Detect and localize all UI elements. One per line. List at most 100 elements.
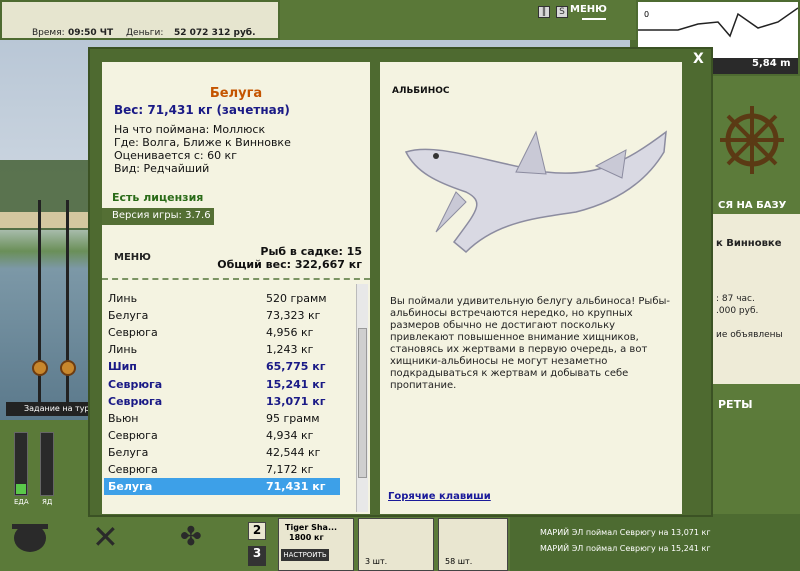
log-entry: МАРИЙ ЭЛ поймал Севрюгу на 15,241 кг xyxy=(540,544,711,553)
catch-fish-weight: 95 грамм xyxy=(266,411,320,425)
fish-weight: Вес: 71,431 кг (зачетная) xyxy=(114,103,290,117)
divider xyxy=(102,278,370,280)
catch-fish-name: Белуга xyxy=(108,309,149,323)
info-line: .000 руб. xyxy=(716,306,759,316)
catch-row[interactable]: Вьюн 95 грамм xyxy=(104,410,340,427)
catch-fish-name: Линь xyxy=(108,343,138,357)
slot-2[interactable]: 2 xyxy=(248,522,266,540)
catch-fish-name: Севрюга xyxy=(108,377,163,391)
food-label: ЕДА xyxy=(14,498,29,506)
catch-fish-name: Шип xyxy=(108,360,137,374)
event-log: МАРИЙ ЭЛ поймал Севрюгу на 13,071 кг МАР… xyxy=(510,514,800,571)
pause-icon[interactable]: ‖ xyxy=(538,6,550,18)
depth-value: 5,84 m xyxy=(752,58,791,69)
caught-with: На что поймана: Моллюск xyxy=(114,123,266,136)
catch-fish-weight: 4,934 кг xyxy=(266,428,314,442)
catch-row[interactable]: Севрюга 4,956 кг xyxy=(104,324,340,341)
money-label: Деньги: xyxy=(126,28,164,38)
reel-1[interactable] xyxy=(32,360,48,376)
catch-row[interactable]: Белуга 42,544 кг xyxy=(104,444,340,461)
bait-slot-2[interactable]: 58 шт. xyxy=(438,518,508,571)
money-value: 52 072 312 руб. xyxy=(174,28,256,38)
close-button[interactable]: X xyxy=(693,51,704,67)
fish-description: Вы поймали удивительную белугу альбиноса… xyxy=(390,296,670,391)
sound-icon[interactable]: S xyxy=(556,6,568,18)
top-menu-button[interactable]: МЕНЮ xyxy=(570,4,607,15)
catch-row[interactable]: Белуга 73,323 кг xyxy=(104,307,340,324)
time-value: 09:50 ЧТ xyxy=(68,28,114,38)
catch-fish-name: Севрюга xyxy=(108,428,158,442)
catch-fish-weight: 71,431 кг xyxy=(266,480,326,494)
bait-slot-1[interactable]: 3 шт. xyxy=(358,518,434,571)
slot-3[interactable]: 3 xyxy=(248,546,266,566)
fish-name: Белуга xyxy=(209,86,263,101)
license-status: Есть лицензия xyxy=(112,191,204,204)
catch-fish-name: Белуга xyxy=(108,445,149,459)
cage-count: Рыб в садке: 15 xyxy=(260,245,362,258)
poison-meter xyxy=(40,432,54,496)
fish-icon[interactable]: ✤ xyxy=(180,514,220,560)
bait-qty: 58 шт. xyxy=(445,557,473,566)
catch-fish-name: Севрюга xyxy=(108,394,163,408)
setup-button[interactable]: НАСТРОИТЬ xyxy=(281,549,329,561)
scrollbar[interactable] xyxy=(356,284,368,512)
food-meter xyxy=(14,432,28,496)
catch-row[interactable]: Белуга 71,431 кг xyxy=(104,478,340,496)
catch-location: Где: Волга, Ближе к Винновке xyxy=(114,136,291,149)
poison-label: ЯД xyxy=(42,498,53,506)
cage-total-weight: Общий вес: 322,667 кг xyxy=(217,258,362,271)
catch-row[interactable]: Линь 520 грамм xyxy=(104,290,340,307)
rated-from: Оценивается с: 60 кг xyxy=(114,149,237,162)
catch-fish-weight: 15,241 кг xyxy=(266,377,326,391)
catch-fish-weight: 65,775 кг xyxy=(266,360,326,374)
fish-kind: Вид: Редчайший xyxy=(114,162,210,175)
go-to-base-label[interactable]: СЯ НА БАЗУ xyxy=(718,200,786,211)
catch-row[interactable]: Шип 65,775 кг xyxy=(104,358,340,375)
cage-summary: Рыб в садке: 15 Общий вес: 322,667 кг xyxy=(217,245,362,271)
catch-row[interactable]: Севрюга 13,071 кг xyxy=(104,393,340,410)
catch-fish-name: Севрюга xyxy=(108,326,158,340)
log-entry: МАРИЙ ЭЛ поймал Севрюгу на 13,071 кг xyxy=(540,528,711,537)
version-label: Версия игры: xyxy=(112,210,182,221)
info-line: : 87 час. xyxy=(716,294,755,304)
catch-row[interactable]: Линь 1,243 кг xyxy=(104,341,340,358)
fish-detail-panel: АЛЬБИНОС Вы поймали удивительную белугу … xyxy=(380,62,682,514)
lure-weight: 1800 кг xyxy=(289,533,324,542)
fishing-rod-2[interactable] xyxy=(66,200,69,410)
catch-fish-weight: 4,956 кг xyxy=(266,326,314,340)
catch-info-panel: Белуга Вес: 71,431 кг (зачетная) На что … xyxy=(102,62,370,514)
catch-fish-name: Линь xyxy=(108,292,138,305)
lure-name: Tiger Sha... xyxy=(285,523,338,532)
catch-fish-name: Севрюга xyxy=(108,463,158,476)
catch-list[interactable]: Линь 520 грамм Белуга 73,323 кг Севрюга 4,956… xyxy=(102,284,354,514)
version-value: 3.7.6 xyxy=(185,210,211,221)
beluga-image xyxy=(404,130,667,254)
scrollbar-thumb[interactable] xyxy=(358,328,367,478)
catch-fish-name: Белуга xyxy=(108,480,153,494)
menu-underline xyxy=(582,18,606,20)
location-info: к Винновке : 87 час. .000 руб. ие объявл… xyxy=(712,214,800,384)
catch-fish-weight: 73,323 кг xyxy=(266,309,321,323)
game-version: Версия игры: 3.7.6 xyxy=(102,208,214,225)
task-banner[interactable]: Задание на тур xyxy=(6,402,90,416)
catch-fish-weight: 42,544 кг xyxy=(266,445,321,459)
location-name: к Винновке xyxy=(716,238,782,249)
bait-qty: 3 шт. xyxy=(365,557,388,566)
hotkeys-link[interactable]: Горячие клавиши xyxy=(388,491,491,502)
secrets-label[interactable]: РЕТЫ xyxy=(718,398,752,411)
catch-fish-weight: 520 грамм xyxy=(266,292,327,305)
catch-fish-weight: 1,243 кг xyxy=(266,343,314,357)
time-label: Время: xyxy=(32,28,65,38)
fork-knife-icon[interactable]: ✕ xyxy=(92,514,132,560)
helm-icon[interactable] xyxy=(718,100,786,180)
lure-slot[interactable]: Tiger Sha... 1800 кг НАСТРОИТЬ xyxy=(278,518,354,571)
catch-row[interactable]: Севрюга 15,241 кг xyxy=(104,376,340,393)
catch-row[interactable]: Севрюга 4,934 кг xyxy=(104,427,340,444)
fishing-rod-1[interactable] xyxy=(38,200,41,410)
catch-fish-weight: 13,071 кг xyxy=(266,394,326,408)
reel-2[interactable] xyxy=(60,360,76,376)
cauldron-icon[interactable] xyxy=(10,514,50,560)
catch-fish-weight: 7,172 кг xyxy=(266,463,314,476)
catch-row[interactable]: Севрюга 7,172 кг xyxy=(104,461,340,478)
dialog-menu-button[interactable]: МЕНЮ xyxy=(114,252,151,263)
